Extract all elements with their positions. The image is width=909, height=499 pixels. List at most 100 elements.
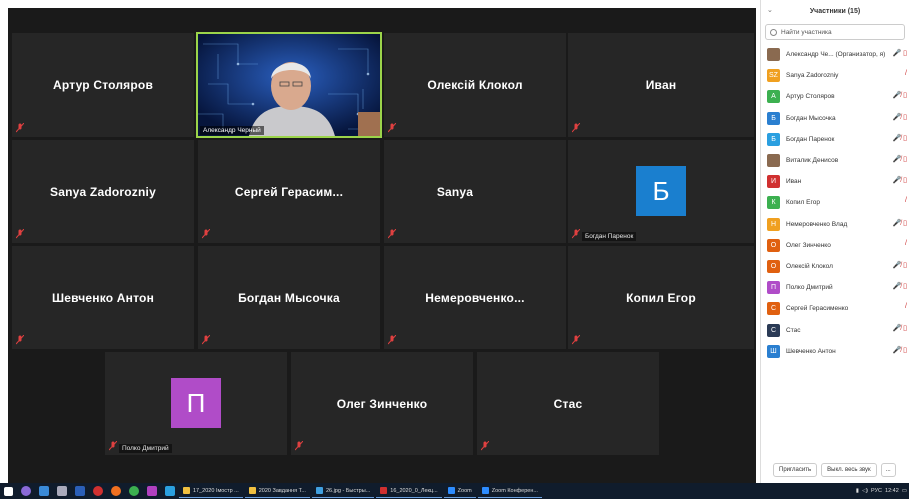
participant-tile[interactable]: Иван	[568, 33, 754, 137]
task-label: 17_2020 Імостр ...	[193, 487, 239, 494]
participant-list-item[interactable]: Н Немеровченко Влад 🎤̸ ▯	[761, 214, 909, 235]
participant-status-icons[interactable]: /	[905, 197, 907, 204]
task-app-icon	[447, 487, 455, 494]
volume-icon[interactable]: ◁)	[862, 488, 868, 494]
app-icon[interactable]	[147, 486, 157, 496]
participant-list-item[interactable]: С Стас 🎤̸ ▯	[761, 319, 909, 340]
participant-status-icons[interactable]: 🎤̸ ▯	[892, 324, 907, 332]
taskbar-task[interactable]: Zoom	[443, 484, 476, 498]
participant-name: Виталик Денисов	[786, 157, 839, 165]
participant-status-icons[interactable]: /	[905, 303, 907, 310]
participant-tile[interactable]: Богдан Мысочка	[198, 246, 380, 349]
search-placeholder: Найти участника	[781, 28, 832, 36]
participant-status-icons[interactable]: 🎤̸ ▯	[892, 91, 907, 99]
participant-list-item[interactable]: Виталик Денисов 🎤̸ ▯	[761, 150, 909, 171]
participant-list-item[interactable]: Б Богдан Паренок 🎤̸ ▯	[761, 129, 909, 150]
network-icon[interactable]: ▮	[856, 488, 859, 494]
active-speaker-video[interactable]: Александр Черный	[196, 32, 382, 138]
participant-list-item[interactable]: Б Богдан Мысочка 🎤̸ ▯	[761, 108, 909, 129]
participant-status-icons[interactable]: 🎤̸ ▯	[892, 113, 907, 121]
participant-tile[interactable]: Sanya Zadorozniy	[12, 140, 194, 243]
task-app-icon	[248, 487, 256, 494]
participant-status-icons[interactable]: 🎤̸ ▯	[892, 219, 907, 227]
participant-list-item[interactable]: С Сергей Герасименко /	[761, 298, 909, 319]
muted-mic-icon	[109, 441, 117, 451]
participant-tile[interactable]: Копил Егор	[568, 246, 754, 349]
participant-status-icons[interactable]: /	[905, 70, 907, 77]
search-icon[interactable]	[21, 486, 31, 496]
participant-name: Олег Зинченко	[786, 241, 831, 249]
participant-tile[interactable]: Сергей Герасим...	[198, 140, 380, 243]
taskbar-task[interactable]: 26.jpg - Быстры...	[311, 484, 375, 498]
browser-icon[interactable]	[39, 486, 49, 496]
taskbar: 17_2020 Імостр ... 2020 Завдання Т... 26.j…	[0, 483, 909, 499]
participant-tile[interactable]: Шевченко Антон	[12, 246, 194, 349]
participant-list-item[interactable]: П Полко Дмитрий 🎤̸ ▯	[761, 277, 909, 298]
avatar: П	[171, 378, 221, 428]
participant-tile[interactable]: П Полко Дмитрий	[105, 352, 287, 455]
participant-name: Олексій Клокол	[427, 78, 523, 92]
opera-icon[interactable]	[93, 486, 103, 496]
participant-status-icons[interactable]: /	[905, 240, 907, 247]
muted-mic-icon	[388, 335, 396, 345]
participant-name: Артур Столяров	[52, 78, 154, 92]
participant-status-icons[interactable]: 🎤̸ ▯	[892, 134, 907, 142]
participant-name: Богдан Мысочка	[238, 290, 340, 305]
search-icon	[770, 28, 777, 36]
participant-tile[interactable]: Б Богдан Паренок	[568, 140, 754, 243]
avatar: Б	[636, 166, 686, 216]
participant-list-item[interactable]: Александр Че... (Организатор, я) 🎤 ▯	[761, 44, 909, 65]
participant-status-icons[interactable]: 🎤 ▯	[892, 49, 907, 57]
language-indicator[interactable]: РУС	[871, 488, 882, 494]
participant-list-item[interactable]: И Иван 🎤̸ ▯	[761, 171, 909, 192]
participant-tile[interactable]: Артур Столяров	[12, 33, 194, 137]
more-button[interactable]: ...	[880, 463, 896, 477]
invite-button[interactable]: Пригласить	[773, 463, 818, 477]
participant-avatar: С	[767, 302, 780, 316]
participant-list-item[interactable]: О Олег Зинченко /	[761, 235, 909, 256]
muted-mic-icon	[572, 123, 580, 133]
participant-name: Сергей Герасименко	[786, 305, 849, 313]
mute-all-button[interactable]: Выкл. весь звук	[821, 463, 877, 477]
participant-list-item[interactable]: SZ Sanya Zadorozniy /	[761, 65, 909, 86]
participant-list-item[interactable]: К Копил Егор /	[761, 192, 909, 213]
taskbar-task[interactable]: 17_2020 Імостр ...	[179, 484, 243, 498]
app-icon[interactable]	[165, 486, 175, 496]
firefox-icon[interactable]	[111, 486, 121, 496]
chrome-icon[interactable]	[129, 486, 139, 496]
taskbar-task[interactable]: Zoom Конферен...	[477, 484, 542, 498]
participant-list-item[interactable]: Ш Шевченко Антон 🎤̸ ▯	[761, 341, 909, 362]
notifications-icon[interactable]: ▭	[902, 488, 907, 494]
participant-name: Полко Дмитрий	[786, 284, 833, 292]
participant-list-item[interactable]: A Артур Столяров 🎤̸ ▯	[761, 86, 909, 107]
participant-name: Стас	[786, 326, 801, 334]
chevron-down-icon[interactable]: ⌄	[767, 6, 773, 14]
participant-avatar: И	[767, 175, 780, 189]
taskbar-task[interactable]: 2020 Завдання Т...	[244, 484, 310, 498]
participant-status-icons[interactable]: 🎤̸ ▯	[892, 155, 907, 163]
participant-tile[interactable]: Стас	[477, 352, 659, 455]
search-input[interactable]: Найти участника	[765, 24, 905, 40]
muted-mic-icon	[572, 229, 580, 239]
participant-status-icons[interactable]: 🎤̸ ▯	[892, 346, 907, 354]
windows-start-icon[interactable]	[4, 486, 13, 496]
participant-status-icons[interactable]: 🎤̸ ▯	[892, 261, 907, 269]
participant-tile[interactable]: Олег Зинченко	[291, 352, 473, 455]
participant-status-icons[interactable]: 🎤̸ ▯	[892, 176, 907, 184]
participant-tile[interactable]: Sanya	[384, 140, 566, 243]
participant-tile[interactable]: Олексій Клокол	[384, 33, 566, 137]
participant-name: Олексій Клокол	[786, 262, 833, 270]
task-label: 2020 Завдання Т...	[258, 487, 306, 494]
participant-list-item[interactable]: О Олексій Клокол 🎤̸ ▯	[761, 256, 909, 277]
taskbar-task[interactable]: 16_2020_0_Лекц...	[376, 484, 442, 498]
word-icon[interactable]	[75, 486, 85, 496]
calculator-icon[interactable]	[57, 486, 67, 496]
participant-avatar: Ш	[767, 344, 780, 358]
clock[interactable]: 12:42	[885, 488, 899, 494]
participant-avatar: SZ	[767, 69, 780, 83]
participant-tile[interactable]: Немеровченко...	[384, 246, 566, 349]
participant-status-icons[interactable]: 🎤̸ ▯	[892, 282, 907, 290]
participant-name: Иван	[645, 78, 677, 92]
participant-name: Sanya Zadorozniy	[786, 72, 839, 80]
participant-avatar	[767, 154, 780, 168]
